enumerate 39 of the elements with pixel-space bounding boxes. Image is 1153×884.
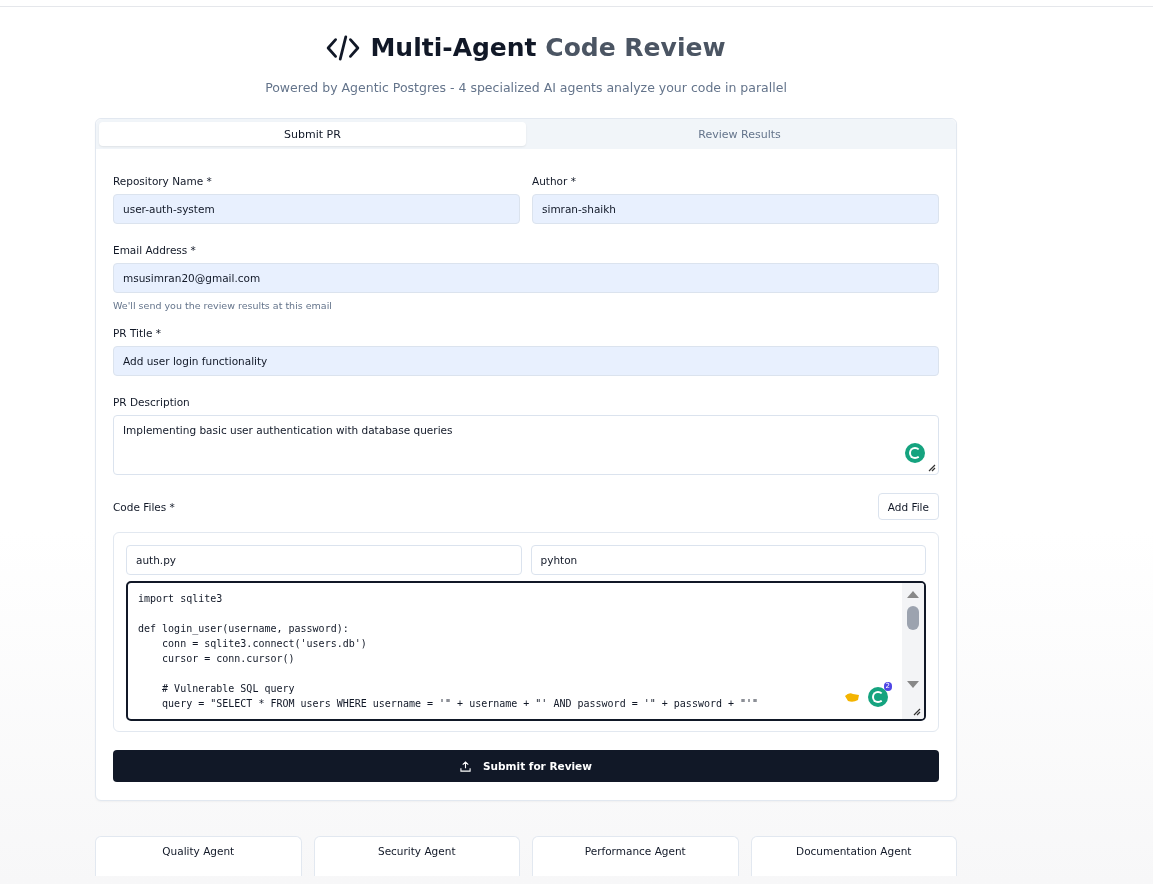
- field-label: PR Title *: [113, 327, 163, 339]
- field-label: Code Files *: [113, 500, 175, 513]
- agent-name: Quality Agent: [162, 845, 235, 857]
- code-line: query = "SELECT * FROM users WHERE username = '" + username + "' AND password = '" + password + "'": [161, 697, 759, 711]
- code-line: import sqlite3: [138, 592, 223, 606]
- code-line: # Vulnerable SQL query: [161, 682, 295, 696]
- scroll-up-icon[interactable]: [906, 589, 920, 599]
- submit-button[interactable]: Submit for Review: [113, 750, 939, 782]
- agent-name: Performance Agent: [584, 845, 686, 857]
- field-hint: We'll send you the review results at this email: [113, 300, 333, 311]
- input-field[interactable]: user-auth-system: [113, 194, 520, 224]
- scroll-down-icon[interactable]: [906, 680, 920, 690]
- input-field[interactable]: Add user login functionality: [113, 346, 939, 376]
- text-area[interactable]: Implementing basic user authentication with database queries: [113, 415, 939, 475]
- agent-name: Security Agent: [377, 845, 456, 857]
- field-label: Author *: [532, 175, 577, 187]
- code-line: def login_user(username, password):: [138, 622, 349, 636]
- code-icon: [326, 34, 361, 61]
- field-label: PR Description: [113, 396, 191, 408]
- tab[interactable]: Review Results: [526, 122, 953, 146]
- field-label: Repository Name *: [113, 175, 213, 187]
- page-title: Multi-Agent Code Review: [370, 33, 726, 62]
- language-field[interactable]: pyhton: [530, 545, 926, 575]
- code-editor[interactable]: [126, 581, 926, 721]
- filename-field[interactable]: auth.py: [126, 545, 522, 575]
- input-field[interactable]: msusimran20@gmail.com: [113, 263, 939, 293]
- code-line: cursor = conn.cursor(): [161, 652, 295, 666]
- tab[interactable]: Submit PR: [99, 122, 526, 146]
- add-file-button[interactable]: Add File: [877, 493, 939, 520]
- scrollbar-thumb[interactable]: [907, 606, 919, 630]
- code-line: conn = sqlite3.connect('users.db'): [161, 637, 367, 651]
- agent-name: Documentation Agent: [796, 845, 912, 857]
- page-subtitle: Powered by Agentic Postgres - 4 specialized AI agents analyze your code in parallel: [264, 80, 788, 95]
- field-label: Email Address *: [113, 244, 197, 256]
- input-field[interactable]: simran-shaikh: [532, 194, 939, 224]
- resize-handle-icon[interactable]: [926, 462, 936, 472]
- resize-handle-icon[interactable]: [911, 706, 921, 716]
- upload-icon: [460, 760, 472, 772]
- text-area-value: Implementing basic user authentication with database queries: [123, 424, 453, 436]
